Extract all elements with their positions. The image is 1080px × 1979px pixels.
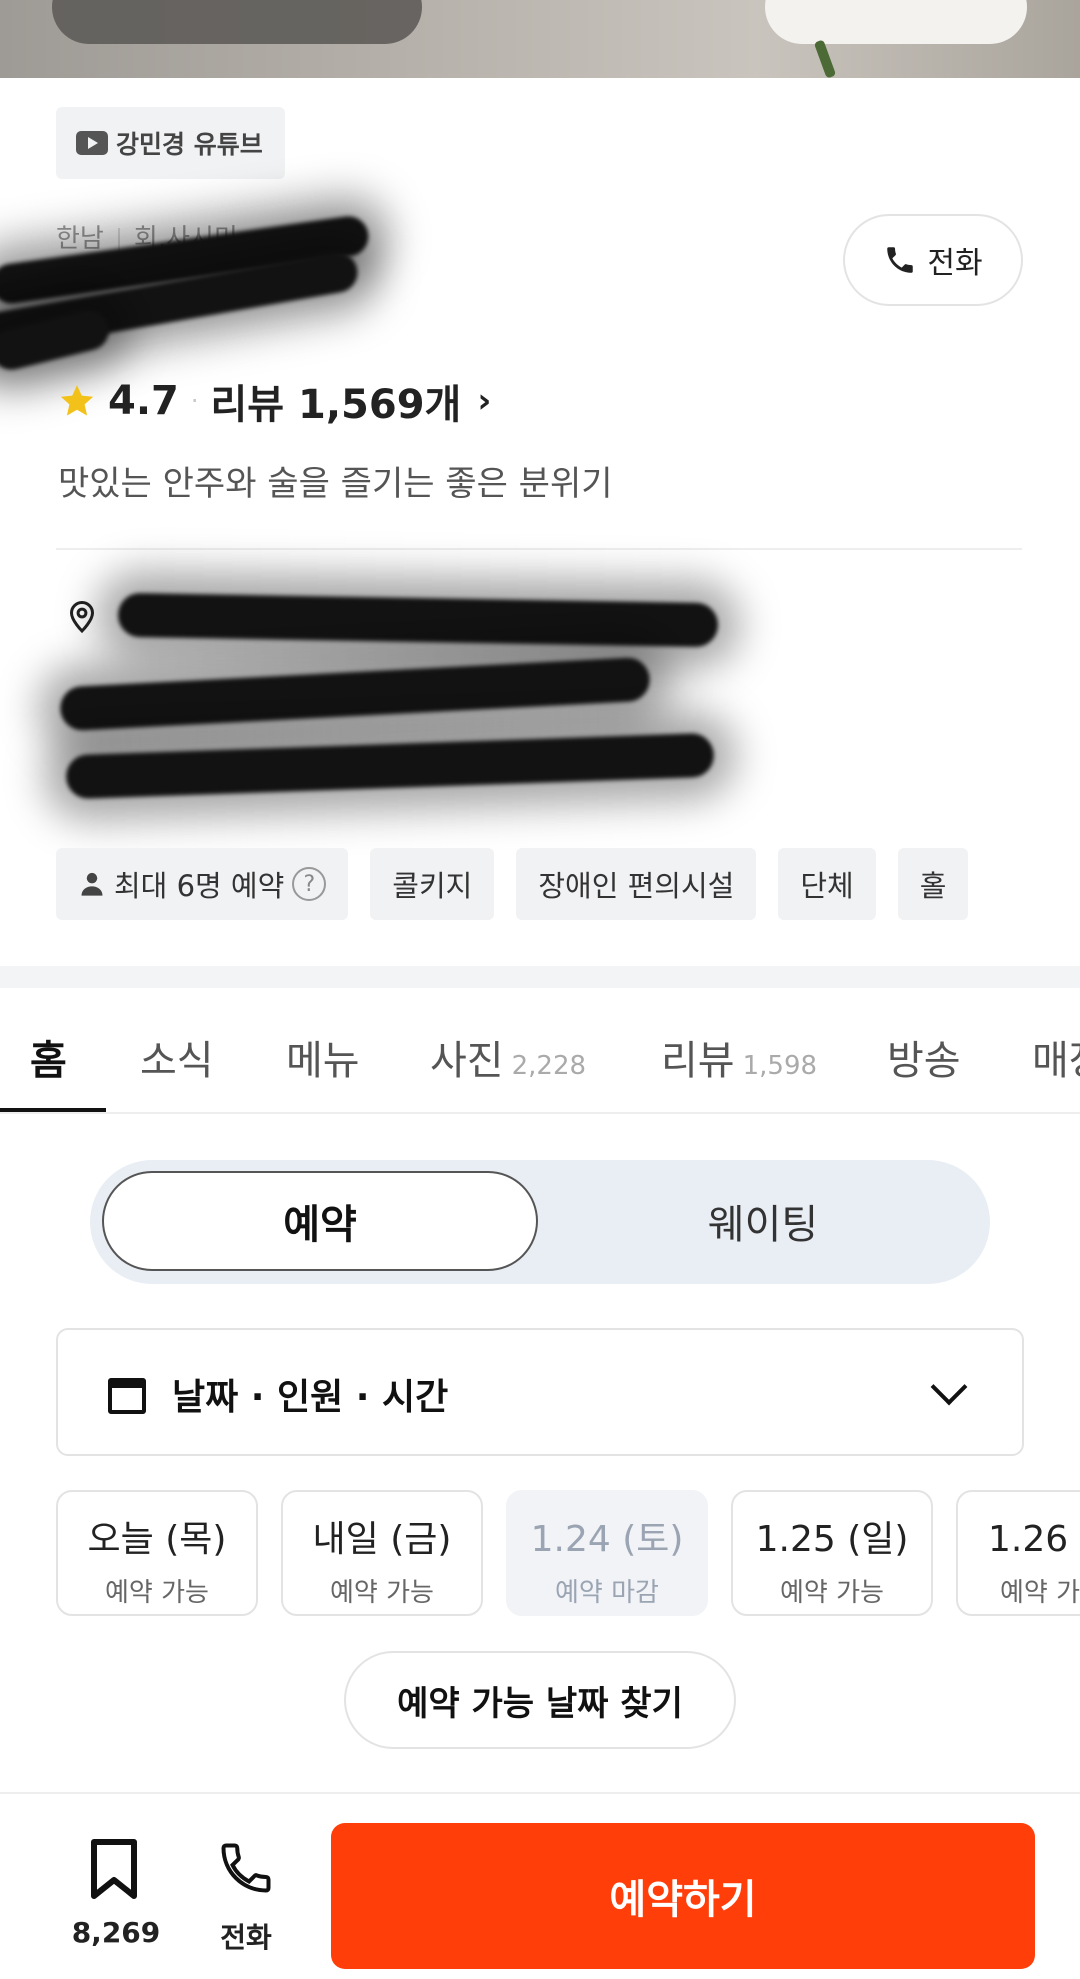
call-button[interactable]: 전화: [843, 214, 1023, 306]
date-status: 예약 가능: [105, 1578, 209, 1608]
tab-label: 홈: [30, 1038, 67, 1084]
date-card[interactable]: 오늘 (목) 예약 가능: [56, 1490, 258, 1616]
tab-bar: 홈 소식 메뉴 사진2,228 리뷰1,598 방송 매장: [0, 988, 1080, 1114]
tab-label: 방송: [887, 1038, 961, 1084]
calendar-icon: [108, 1378, 146, 1414]
segment-waiting[interactable]: 웨이팅: [545, 1171, 981, 1271]
category-area: 한남: [56, 224, 104, 254]
cover-photo[interactable]: [0, 0, 1080, 78]
tag-label: 장애인 편의시설: [538, 869, 735, 903]
person-icon: [81, 872, 103, 896]
date-card[interactable]: 1.25 (일) 예약 가능: [731, 1490, 933, 1616]
redaction-mark: [59, 656, 651, 732]
reserve-button[interactable]: 예약하기: [331, 1823, 1035, 1969]
date-card-closed[interactable]: 1.24 (토) 예약 마감: [506, 1490, 708, 1616]
review-count-link[interactable]: 리뷰 1,569개: [211, 372, 462, 430]
section-spacer: [0, 966, 1080, 988]
date-label: 내일 (금): [312, 1519, 452, 1560]
tab-news[interactable]: 소식: [140, 1028, 214, 1086]
tag-group[interactable]: 단체: [778, 848, 876, 920]
segment-reservation[interactable]: 예약: [102, 1171, 538, 1271]
plant-decoration: [813, 39, 837, 78]
bookmark-count: 8,269: [71, 1916, 161, 1949]
redaction-mark: [65, 732, 715, 800]
tab-label: 사진: [430, 1038, 504, 1084]
tab-photos[interactable]: 사진 2,228: [430, 1028, 586, 1086]
date-label: 1.24 (토): [530, 1519, 684, 1560]
phone-icon[interactable]: [216, 1838, 276, 1898]
help-icon[interactable]: ?: [292, 867, 327, 901]
date-status: 예약 가능: [1000, 1578, 1080, 1608]
find-available-dates-button[interactable]: 예약 가능 날짜 찾기: [344, 1651, 736, 1749]
call-button-label: 전화: [927, 246, 983, 281]
tab-label: 리뷰: [661, 1038, 735, 1084]
location-pin-icon: [69, 601, 95, 634]
section-divider: [56, 548, 1022, 550]
date-label: 1.25 (일): [755, 1519, 909, 1560]
date-status: 예약 가능: [780, 1578, 884, 1608]
tab-home[interactable]: 홈: [30, 1028, 67, 1086]
date-label: 1.26 (월): [988, 1519, 1080, 1560]
date-party-time-picker[interactable]: 날짜 · 인원 · 시간: [56, 1328, 1024, 1456]
phone-label: 전화: [220, 1921, 272, 1954]
tag-label: 홀: [919, 869, 947, 903]
tab-menu[interactable]: 메뉴: [286, 1028, 360, 1086]
tag-max-party[interactable]: 최대 6명 예약 ?: [56, 848, 349, 920]
date-card[interactable]: 1.26 (월) 예약 가능: [956, 1490, 1080, 1616]
date-label: 오늘 (목): [87, 1519, 227, 1560]
tag-corkage[interactable]: 콜키지: [370, 848, 495, 920]
rating-value: 4.7: [108, 378, 179, 424]
tag-label: 콜키지: [392, 869, 473, 903]
dot-separator: ·: [190, 387, 199, 415]
tab-reviews[interactable]: 리뷰 1,598: [661, 1028, 817, 1086]
tag-label: 단체: [800, 869, 854, 903]
tab-label: 소식: [140, 1038, 214, 1084]
photo-overlay-pill: [52, 0, 422, 44]
date-card[interactable]: 내일 (금) 예약 가능: [281, 1490, 483, 1616]
photo-overlay-pill: [765, 0, 1027, 44]
rating-row[interactable]: 4.7 · 리뷰 1,569개 ›: [58, 372, 491, 430]
chevron-right-icon: ›: [477, 381, 492, 421]
tab-label: 매장: [1032, 1038, 1080, 1084]
tab-count: 1,598: [742, 1051, 818, 1081]
date-selector: 오늘 (목) 예약 가능 내일 (금) 예약 가능 1.24 (토) 예약 마감…: [56, 1490, 1080, 1616]
youtube-badge-label: 강민경 유튜브: [116, 130, 263, 159]
tag-label: 최대 6명 예약: [114, 869, 285, 903]
redaction-mark: [117, 592, 719, 648]
picker-label: 날짜 · 인원 · 시간: [172, 1377, 449, 1418]
date-status: 예약 마감: [555, 1578, 659, 1608]
date-status: 예약 가능: [330, 1578, 434, 1608]
chevron-down-icon: [930, 1368, 968, 1406]
tab-broadcast[interactable]: 방송: [887, 1028, 961, 1086]
feature-tags: 최대 6명 예약 ? 콜키지 장애인 편의시설 단체 홀: [56, 848, 969, 920]
active-tab-indicator: [0, 1108, 106, 1112]
tag-accessibility[interactable]: 장애인 편의시설: [516, 848, 757, 920]
phone-icon: [887, 247, 914, 273]
star-icon: [60, 385, 94, 416]
play-icon: [76, 131, 108, 155]
tag-hall[interactable]: 홀: [897, 848, 969, 920]
tab-label: 메뉴: [286, 1038, 360, 1084]
youtube-badge[interactable]: 강민경 유튜브: [56, 107, 285, 179]
bookmark-icon[interactable]: [88, 1838, 140, 1900]
place-description: 맛있는 안주와 술을 즐기는 좋은 분위기: [58, 464, 613, 504]
tab-count: 2,228: [511, 1051, 587, 1081]
tab-store[interactable]: 매장: [1032, 1028, 1080, 1086]
